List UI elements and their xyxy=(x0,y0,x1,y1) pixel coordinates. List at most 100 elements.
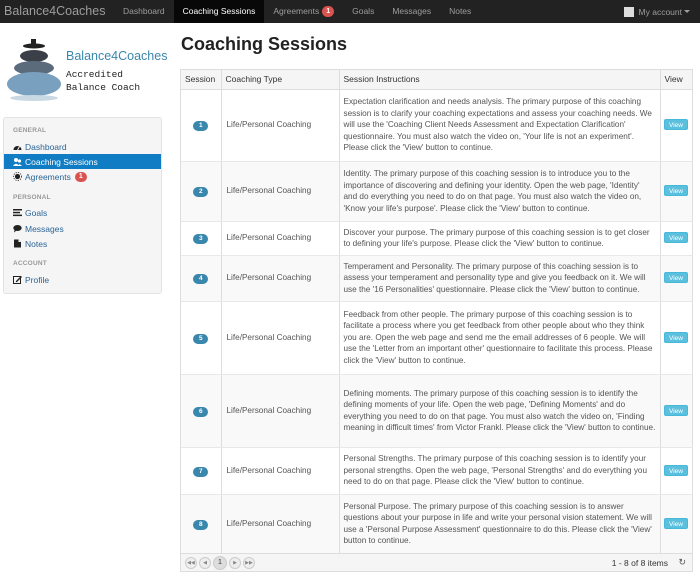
logo-subtitle: Accredited Balance Coach xyxy=(66,68,140,94)
page-title: Coaching Sessions xyxy=(181,34,348,54)
refresh-icon[interactable]: ↻ xyxy=(678,557,686,568)
coaching-type-cell: Life/Personal Coaching xyxy=(221,255,340,302)
coaching-type-cell: Life/Personal Coaching xyxy=(221,89,340,162)
table-row: 5 Life/Personal Coaching Feedback from o… xyxy=(181,301,693,375)
view-button[interactable]: View xyxy=(664,517,688,529)
sidebar-item-agreements[interactable]: Agreements 1 xyxy=(4,169,161,184)
sidebar-item-profile-label: Profile xyxy=(25,274,50,285)
nav-agreements-label: Agreements xyxy=(273,6,320,16)
view-button[interactable]: View xyxy=(664,404,688,416)
nav-messages[interactable]: Messages xyxy=(383,0,440,23)
coaching-type-cell: Life/Personal Coaching xyxy=(221,374,340,448)
coaching-type-cell: Life/Personal Coaching xyxy=(221,221,340,256)
account-menu[interactable]: My account xyxy=(623,0,690,23)
next-page-icon[interactable]: ▶ xyxy=(229,556,241,569)
sessions-table: Session Coaching Type Session Instructio… xyxy=(181,70,693,554)
table-row: 1 Life/Personal Coaching Expectation cla… xyxy=(181,89,693,162)
table-row: 7 Life/Personal Coaching Personal Streng… xyxy=(181,447,693,495)
session-instructions-cell: Identity. The primary purpose of this co… xyxy=(339,161,661,222)
session-number-badge: 1 xyxy=(193,121,209,131)
session-number-badge: 7 xyxy=(193,466,209,477)
nav-notes[interactable]: Notes xyxy=(440,0,480,23)
session-number-badge: 3 xyxy=(193,234,209,244)
sessions-icon xyxy=(13,157,22,166)
table-pager: ◀◀ ◀ 1 ▶ ▶▶ 1 - 8 of 8 items ↻ xyxy=(180,553,693,572)
col-header-view[interactable]: View xyxy=(660,70,693,90)
sidebar-item-notes[interactable]: Notes xyxy=(4,236,161,251)
prev-page-icon[interactable]: ◀ xyxy=(199,556,211,569)
user-avatar-icon xyxy=(623,6,634,17)
session-number-badge: 6 xyxy=(193,406,209,417)
sidebar-item-messages[interactable]: Messages xyxy=(4,221,161,236)
view-button[interactable]: View xyxy=(664,464,688,476)
account-menu-label: My account xyxy=(638,6,682,17)
sidebar-item-coaching-sessions[interactable]: Coaching Sessions xyxy=(4,154,161,169)
table-row: 6 Life/Personal Coaching Defining moment… xyxy=(181,374,693,448)
sidebar-header-personal: PERSONAL xyxy=(13,194,51,201)
sidebar-item-messages-label: Messages xyxy=(25,223,64,234)
sidebar-item-coaching-sessions-label: Coaching Sessions xyxy=(25,156,98,167)
session-instructions-cell: Personal Purpose. The primary purpose of… xyxy=(339,494,661,554)
agreements-icon xyxy=(13,172,22,181)
brand-link[interactable]: Balance4Coaches xyxy=(0,0,114,23)
sidebar-item-dashboard-label: Dashboard xyxy=(25,141,67,152)
view-button[interactable]: View xyxy=(664,185,688,197)
nav-dashboard[interactable]: Dashboard xyxy=(114,0,174,23)
coaching-type-cell: Life/Personal Coaching xyxy=(221,447,340,495)
goals-icon xyxy=(13,208,22,217)
messages-icon xyxy=(13,224,22,233)
pager-info: 1 - 8 of 8 items xyxy=(611,557,668,568)
top-navbar: Balance4Coaches Dashboard Coaching Sessi… xyxy=(0,0,700,23)
current-page-button[interactable]: 1 xyxy=(213,555,227,570)
nav-agreements[interactable]: Agreements 1 xyxy=(264,0,343,23)
logo-title[interactable]: Balance4Coaches xyxy=(66,49,167,63)
session-instructions-cell: Expectation clarification and needs anal… xyxy=(339,89,661,162)
coaching-type-cell: Life/Personal Coaching xyxy=(221,301,340,375)
logo-subtitle-line1: Accredited xyxy=(66,69,124,80)
view-button[interactable]: View xyxy=(664,331,688,343)
sidebar-item-goals[interactable]: Goals xyxy=(4,205,161,220)
table-row: 2 Life/Personal Coaching Identity. The p… xyxy=(181,161,693,222)
view-button[interactable]: View xyxy=(664,232,688,244)
sidebar-item-agreements-label: Agreements xyxy=(25,171,71,182)
session-instructions-cell: Personal Strengths. The primary purpose … xyxy=(339,447,661,495)
sidebar-item-goals-label: Goals xyxy=(25,207,48,218)
sidebar-header-account: ACCOUNT xyxy=(13,260,47,267)
nav-agreements-badge: 1 xyxy=(322,6,335,17)
caret-down-icon xyxy=(684,10,690,13)
notes-icon xyxy=(13,239,22,248)
table-row: 4 Life/Personal Coaching Temperament and… xyxy=(181,255,693,302)
sidebar-item-notes-label: Notes xyxy=(25,238,48,249)
sessions-table-container: Session Coaching Type Session Instructio… xyxy=(180,69,693,572)
agreements-count-badge: 1 xyxy=(74,171,87,182)
logo-subtitle-line2: Balance Coach xyxy=(66,82,141,93)
sidebar-item-dashboard[interactable]: Dashboard xyxy=(4,139,161,154)
session-number-badge: 8 xyxy=(193,519,209,530)
sidebar: GENERAL Dashboard Coaching Sessions Agre… xyxy=(3,117,162,294)
coaching-type-cell: Life/Personal Coaching xyxy=(221,161,340,222)
sidebar-item-profile[interactable]: Profile xyxy=(4,272,161,287)
nav-goals[interactable]: Goals xyxy=(343,0,383,23)
coaching-type-cell: Life/Personal Coaching xyxy=(221,494,340,554)
sidebar-header-general: GENERAL xyxy=(13,127,47,134)
view-button[interactable]: View xyxy=(664,272,688,284)
session-instructions-cell: Defining moments. The primary purpose of… xyxy=(339,374,661,448)
nav-coaching-sessions[interactable]: Coaching Sessions xyxy=(173,0,265,23)
session-number-badge: 4 xyxy=(193,274,209,284)
first-page-icon[interactable]: ◀◀ xyxy=(185,556,197,569)
table-row: 3 Life/Personal Coaching Discover your p… xyxy=(181,221,693,256)
session-instructions-cell: Feedback from other people. The primary … xyxy=(339,301,661,375)
session-instructions-cell: Discover your purpose. The primary purpo… xyxy=(339,221,661,256)
col-header-type[interactable]: Coaching Type xyxy=(221,70,340,90)
session-instructions-cell: Temperament and Personality. The primary… xyxy=(339,255,661,302)
col-header-instructions[interactable]: Session Instructions xyxy=(339,70,661,90)
edit-icon xyxy=(13,275,22,284)
dashboard-icon xyxy=(13,142,22,151)
balanced-stones-logo xyxy=(4,37,64,103)
view-button[interactable]: View xyxy=(664,119,688,131)
session-number-badge: 5 xyxy=(193,333,209,344)
session-number-badge: 2 xyxy=(193,187,209,197)
col-header-session[interactable]: Session xyxy=(181,70,222,90)
table-row: 8 Life/Personal Coaching Personal Purpos… xyxy=(181,494,693,554)
last-page-icon[interactable]: ▶▶ xyxy=(243,556,255,569)
